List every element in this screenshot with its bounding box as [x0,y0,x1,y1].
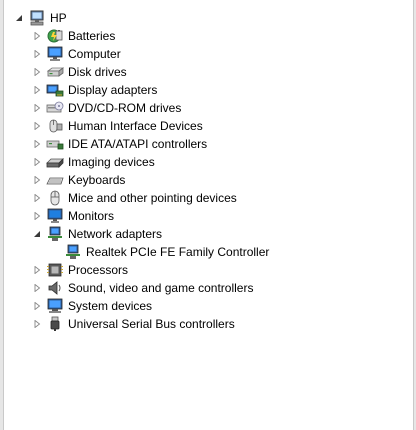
mouse-icon [46,189,64,207]
tree-item-sound-video-game[interactable]: Sound, video and game controllers [32,279,253,297]
display-adapter-icon [46,81,64,99]
collapsed-arrow-icon[interactable] [32,63,42,81]
tree-item-processors[interactable]: Processors [32,261,128,279]
keyboard-icon [46,171,64,189]
tree-item-human-interface-devices[interactable]: Human Interface Devices [32,117,203,135]
collapsed-arrow-icon[interactable] [32,261,42,279]
tree-root-hp[interactable]: HP [14,9,67,27]
dvd-drive-icon [46,99,64,117]
hid-icon [46,117,64,135]
tree-item-system-devices[interactable]: System devices [32,297,152,315]
monitor-icon [46,207,64,225]
tree-item-mice[interactable]: Mice and other pointing devices [32,189,237,207]
collapsed-arrow-icon[interactable] [32,99,42,117]
collapsed-arrow-icon[interactable] [32,117,42,135]
collapsed-arrow-icon[interactable] [32,81,42,99]
collapsed-arrow-icon[interactable] [32,45,42,63]
collapsed-arrow-icon[interactable] [32,135,42,153]
tree-item-usb-controllers[interactable]: Universal Serial Bus controllers [32,315,235,333]
tree-item-network-adapters[interactable]: Network adapters [32,225,162,243]
imaging-device-icon [46,153,64,171]
tree-item-monitors[interactable]: Monitors [32,207,114,225]
computer-root-icon [28,9,46,27]
collapsed-arrow-icon[interactable] [32,171,42,189]
processor-icon [46,261,64,279]
tree-item-realtek-controller[interactable]: Realtek PCIe FE Family Controller [64,243,269,261]
collapsed-arrow-icon[interactable] [32,27,42,45]
tree-item-batteries[interactable]: Batteries [32,27,115,45]
device-tree[interactable]: HP Batteries Computer Disk drives Displa… [0,0,412,430]
network-adapter-icon [64,243,82,261]
battery-icon [46,27,64,45]
collapsed-arrow-icon[interactable] [32,315,42,333]
tree-item-display-adapters[interactable]: Display adapters [32,81,157,99]
tree-item-label: HP [50,11,67,25]
tree-item-dvd-cdrom-drives[interactable]: DVD/CD-ROM drives [32,99,181,117]
expanded-arrow-icon[interactable] [32,225,42,243]
tree-item-imaging-devices[interactable]: Imaging devices [32,153,155,171]
expanded-arrow-icon[interactable] [14,9,24,27]
tree-item-computer[interactable]: Computer [32,45,121,63]
tree-item-keyboards[interactable]: Keyboards [32,171,125,189]
network-adapter-icon [46,225,64,243]
tree-item-disk-drives[interactable]: Disk drives [32,63,127,81]
disk-drive-icon [46,63,64,81]
speaker-icon [46,279,64,297]
collapsed-arrow-icon[interactable] [32,153,42,171]
collapsed-arrow-icon[interactable] [32,207,42,225]
tree-item-ide-controllers[interactable]: IDE ATA/ATAPI controllers [32,135,207,153]
usb-icon [46,315,64,333]
collapsed-arrow-icon[interactable] [32,279,42,297]
ide-controller-icon [46,135,64,153]
computer-monitor-icon [46,45,64,63]
collapsed-arrow-icon[interactable] [32,297,42,315]
collapsed-arrow-icon[interactable] [32,189,42,207]
system-device-icon [46,297,64,315]
